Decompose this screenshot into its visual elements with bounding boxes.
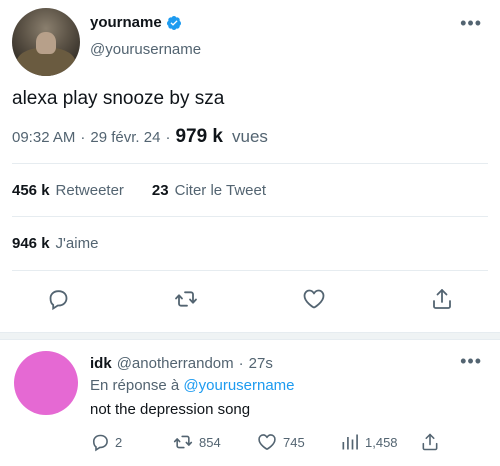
reply-share-button[interactable]	[420, 432, 440, 452]
more-options-icon[interactable]: •••	[460, 352, 482, 370]
tweet-meta: 09:32 AM · 29 févr. 24 · 979 k vues	[12, 126, 268, 148]
reply-bubble-icon	[92, 434, 108, 452]
reply-bubble-icon[interactable]	[44, 285, 72, 313]
heart-icon	[258, 434, 276, 450]
share-icon	[422, 433, 438, 451]
likes-stats: 946 k J'aime	[12, 235, 98, 252]
views-count: 979 k	[175, 126, 223, 147]
tweet-action-bar	[0, 285, 500, 321]
meta-separator: ·	[80, 129, 86, 146]
divider	[12, 163, 488, 164]
reply-author-avatar[interactable]	[14, 351, 78, 415]
author-name-row[interactable]: yourname	[90, 14, 182, 31]
more-options-icon[interactable]: •••	[460, 14, 482, 32]
reply-reply-button[interactable]: 2	[90, 432, 122, 452]
reply-author-name[interactable]: idk	[90, 355, 112, 372]
reply-like-button[interactable]: 745	[256, 432, 305, 452]
author-avatar[interactable]	[12, 8, 80, 76]
retweets-count[interactable]: 456 k	[12, 182, 50, 199]
reply-time[interactable]: 27s	[249, 355, 273, 372]
reply-header: idk @anotherrandom · 27s	[90, 355, 273, 372]
tweet-text: alexa play snooze by sza	[12, 88, 225, 109]
reply-count: 2	[115, 434, 123, 450]
reply-to-mention[interactable]: @yourusername	[183, 377, 294, 394]
reply-to-prefix: En réponse à	[90, 377, 180, 394]
section-separator	[0, 332, 500, 340]
meta-separator: ·	[238, 355, 244, 372]
views-label: vues	[232, 127, 268, 146]
like-count: 745	[283, 434, 305, 450]
reply-author-handle[interactable]: @anotherrandom	[117, 355, 234, 372]
avatar-neck-shape	[36, 32, 56, 54]
author-display-name[interactable]: yourname	[90, 14, 162, 31]
reply-retweet-button[interactable]: 854	[172, 432, 221, 452]
likes-label[interactable]: J'aime	[56, 235, 99, 252]
share-icon[interactable]	[428, 285, 456, 313]
retweet-quote-stats: 456 k Retweeter 23 Citer le Tweet	[12, 182, 266, 199]
tweet-date[interactable]: 29 févr. 24	[90, 129, 160, 146]
author-handle[interactable]: @yourusername	[90, 41, 201, 58]
reply-to-line: En réponse à @yourusername	[90, 377, 295, 394]
quotes-count[interactable]: 23	[152, 182, 169, 199]
divider	[12, 216, 488, 217]
tweet-time[interactable]: 09:32 AM	[12, 129, 75, 146]
reply-action-bar: 2 854 745 1,458	[90, 432, 500, 456]
retweet-icon	[173, 435, 193, 449]
reply-views-button[interactable]: 1,458	[340, 432, 398, 452]
likes-count[interactable]: 946 k	[12, 235, 50, 252]
verified-badge-icon	[166, 15, 181, 30]
quotes-label[interactable]: Citer le Tweet	[175, 182, 266, 199]
analytics-bars-icon	[342, 434, 358, 450]
retweets-label[interactable]: Retweeter	[56, 182, 124, 199]
retweet-count: 854	[199, 434, 221, 450]
retweet-icon[interactable]	[172, 285, 200, 313]
divider	[12, 270, 488, 271]
meta-separator: ·	[165, 129, 171, 146]
reply-text: not the depression song	[90, 401, 251, 418]
views-count: 1,458	[365, 434, 398, 450]
heart-icon[interactable]	[300, 285, 328, 313]
